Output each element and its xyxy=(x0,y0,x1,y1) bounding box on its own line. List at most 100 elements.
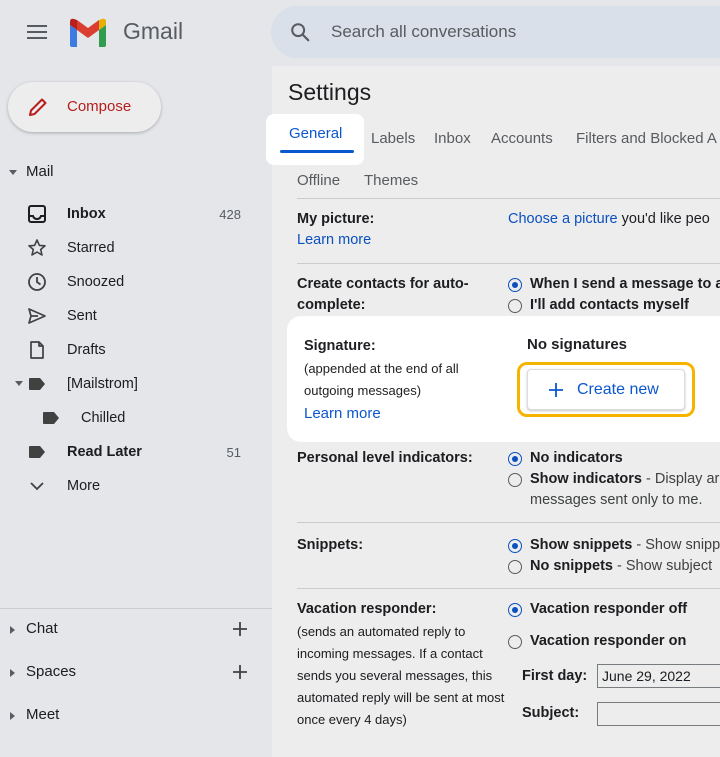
vacation-on-radio[interactable] xyxy=(508,635,522,649)
show-snippets-radio[interactable] xyxy=(508,539,522,553)
sidebar-item-more[interactable]: More xyxy=(0,471,272,501)
sidebar-item-label: Starred xyxy=(67,240,115,256)
label-tag-icon xyxy=(29,446,45,458)
personal-indicators-label: Personal level indicators: xyxy=(297,450,473,466)
tab-inbox[interactable]: Inbox xyxy=(434,130,471,147)
compose-button[interactable]: Compose xyxy=(8,82,161,132)
tab-offline[interactable]: Offline xyxy=(297,172,340,189)
meet-section-header[interactable]: Meet xyxy=(0,701,272,731)
vacation-responder-note: (sends an automated reply to incoming me… xyxy=(297,624,505,727)
add-chat-icon[interactable] xyxy=(231,620,249,638)
sidebar-item-label: Drafts xyxy=(67,342,106,358)
draft-document-icon xyxy=(30,341,44,359)
sidebar-item-chilled[interactable]: Chilled xyxy=(0,403,272,433)
divider xyxy=(297,522,720,523)
plus-icon xyxy=(549,383,563,397)
tab-filters-blocked[interactable]: Filters and Blocked A xyxy=(576,130,717,147)
tab-labels[interactable]: Labels xyxy=(371,130,415,147)
sidebar-item-label: More xyxy=(67,478,101,494)
sidebar-item-read-later[interactable]: Read Later 51 xyxy=(0,437,272,467)
sidebar-item-snoozed[interactable]: Snoozed xyxy=(0,267,272,297)
compose-label: Compose xyxy=(67,98,132,115)
my-picture-text: Choose a picture you'd like peo xyxy=(508,209,710,230)
create-new-label: Create new xyxy=(577,381,659,398)
caret-right-icon xyxy=(10,626,15,634)
my-picture-desc: you'd like peo xyxy=(617,211,710,227)
show-snippets-title: Show snippets xyxy=(530,537,633,553)
unread-count: 51 xyxy=(226,445,241,460)
sidebar-item-label: Read Later xyxy=(67,444,142,460)
mail-section-label: Mail xyxy=(26,163,54,180)
tab-accounts[interactable]: Accounts xyxy=(491,130,553,147)
sidebar-item-inbox[interactable]: Inbox 428 xyxy=(0,199,272,229)
chat-section-header[interactable]: Chat xyxy=(0,615,272,645)
meet-section-label: Meet xyxy=(26,706,60,723)
show-indicators-title: Show indicators xyxy=(530,471,642,487)
divider xyxy=(297,263,720,264)
signature-note: (appended at the end of all outgoing mes… xyxy=(304,361,459,398)
contacts-manual-text: I'll add contacts myself xyxy=(530,297,689,313)
show-indicators-radio[interactable] xyxy=(508,473,522,487)
sidebar-item-drafts[interactable]: Drafts xyxy=(0,335,272,365)
spaces-section-header[interactable]: Spaces xyxy=(0,658,272,688)
sidebar-item-label: Snoozed xyxy=(67,274,125,290)
search-icon[interactable] xyxy=(289,21,311,43)
spaces-section-label: Spaces xyxy=(26,663,77,680)
signature-learn-more-link[interactable]: Learn more xyxy=(304,405,381,422)
inbox-icon xyxy=(28,205,46,223)
show-snippets-desc: - Show snipp xyxy=(632,537,720,553)
active-tab-indicator xyxy=(280,150,354,153)
sidebar: Compose Mail Inbox 428 Starred Snoozed S… xyxy=(0,66,272,757)
sidebar-item-label: Sent xyxy=(67,308,97,324)
pencil-icon xyxy=(29,98,47,116)
no-snippets-desc: - Show subject xyxy=(612,558,713,574)
divider xyxy=(297,198,720,199)
create-new-signature-button[interactable]: Create new xyxy=(527,369,685,410)
vacation-off-text: Vacation responder off xyxy=(530,601,688,617)
divider xyxy=(297,588,720,589)
first-day-input[interactable] xyxy=(597,664,720,688)
sidebar-item-label: Inbox xyxy=(67,206,106,222)
sidebar-item-label: [Mailstrom] xyxy=(67,376,138,392)
star-icon xyxy=(28,239,46,256)
caret-down-icon[interactable] xyxy=(15,381,23,386)
my-picture-learn-more-link[interactable]: Learn more xyxy=(297,232,371,248)
tab-general-highlight: General xyxy=(266,114,364,165)
tab-general[interactable]: General xyxy=(289,125,342,142)
main-menu-icon[interactable] xyxy=(21,18,53,46)
choose-picture-link[interactable]: Choose a picture xyxy=(508,211,618,227)
unread-count: 428 xyxy=(219,207,241,222)
caret-right-icon xyxy=(10,712,15,720)
gmail-wordmark: Gmail xyxy=(123,18,184,44)
no-signatures-text: No signatures xyxy=(527,336,628,353)
vacation-off-radio[interactable] xyxy=(508,603,522,617)
mail-section-header[interactable]: Mail xyxy=(0,162,272,182)
add-space-icon[interactable] xyxy=(231,663,249,681)
send-icon xyxy=(28,308,46,324)
top-bar: Gmail xyxy=(0,0,720,66)
no-indicators-radio[interactable] xyxy=(508,452,522,466)
show-indicators-desc: - Display ar xyxy=(642,471,720,487)
show-indicators-text: Show indicators - Display ar xyxy=(530,469,719,490)
vacation-on-text: Vacation responder on xyxy=(530,633,687,649)
subject-input[interactable] xyxy=(597,702,720,726)
search-input[interactable] xyxy=(331,18,711,46)
contacts-auto-text: When I send a message to a xyxy=(530,276,720,292)
no-snippets-title: No snippets xyxy=(530,558,613,574)
sidebar-item-sent[interactable]: Sent xyxy=(0,301,272,331)
no-snippets-text: No snippets - Show subject xyxy=(530,556,712,577)
no-snippets-radio[interactable] xyxy=(508,560,522,574)
search-bar[interactable] xyxy=(271,6,720,58)
snippets-label: Snippets: xyxy=(297,537,364,553)
first-day-label: First day: xyxy=(522,668,588,684)
sidebar-item-mailstrom[interactable]: [Mailstrom] xyxy=(0,369,272,399)
contacts-manual-radio[interactable] xyxy=(508,299,522,313)
signature-section-highlight: Signature: (appended at the end of all o… xyxy=(287,316,720,442)
sidebar-item-label: Chilled xyxy=(81,410,126,426)
contacts-auto-radio[interactable] xyxy=(508,278,522,292)
tab-themes[interactable]: Themes xyxy=(364,172,418,189)
label-tag-icon xyxy=(29,378,45,390)
caret-down-icon xyxy=(9,170,17,175)
sidebar-item-starred[interactable]: Starred xyxy=(0,233,272,263)
create-contacts-label: Create contacts for auto-complete: xyxy=(297,276,469,313)
